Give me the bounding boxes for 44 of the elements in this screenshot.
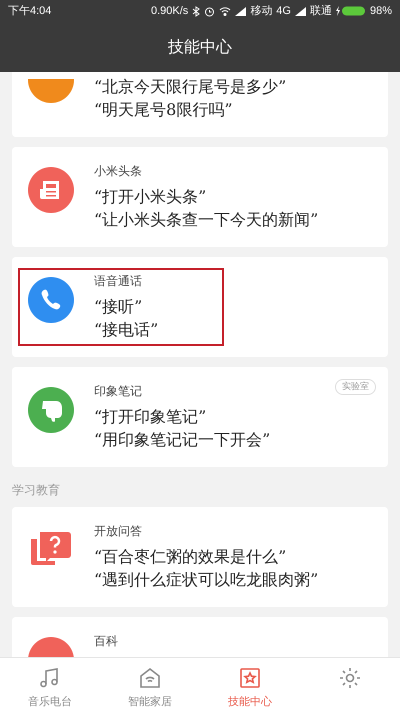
skill-title: 小米头条 [94, 163, 143, 179]
skill-title: 语音通话 [94, 273, 143, 289]
round-icon [28, 79, 74, 103]
nav-tab[interactable]: 智能家居 [100, 658, 200, 711]
newspaper-icon [28, 167, 74, 213]
skill-title: 印象笔记 [94, 383, 143, 399]
example-phrase: “遇到什么症状可以吃龙眼肉粥” [94, 569, 318, 591]
status-time: 下午4:04 [8, 4, 52, 19]
network-type: 4G [276, 4, 291, 19]
wifi-icon [219, 6, 232, 16]
skill-title: 开放问答 [94, 523, 143, 539]
example-phrase: “打开小米头条” [94, 186, 208, 208]
example-phrase: “明天尾号8限行吗” [94, 99, 234, 121]
alarm-icon [204, 6, 216, 16]
lab-badge: 实验室 [335, 379, 376, 394]
settings-icon [338, 666, 362, 690]
charging-battery-icon [336, 6, 366, 16]
page-title: 技能中心 [168, 38, 232, 58]
bluetooth-icon [192, 6, 200, 16]
example-phrase: “接听” [94, 296, 144, 318]
example-phrase: “百合枣仁粥的效果是什么” [94, 546, 288, 568]
skill-card[interactable]: 语音通话 “接听” “接电话” [12, 257, 388, 357]
example-phrase: “北京今天限行尾号是多少” [94, 76, 286, 98]
skill-title: 百科 [94, 633, 118, 649]
skill-card[interactable]: 百科 [12, 617, 388, 657]
signal-icon [294, 6, 306, 16]
skill-card[interactable]: “北京今天限行尾号是多少” “明天尾号8限行吗” [12, 72, 388, 137]
network-speed: 0.90K/s [150, 4, 188, 19]
example-phrase: “接电话” [94, 319, 158, 341]
example-phrase: “用印象笔记记一下开会” [94, 429, 270, 451]
example-phrase: “让小米头条查一下今天的新闻” [94, 209, 318, 231]
carrier-name: 联通 [310, 4, 332, 19]
nav-tab[interactable]: 技能中心 [200, 658, 300, 711]
example-phrase: “打开印象笔记” [94, 406, 208, 428]
skill-card[interactable]: 开放问答 “百合枣仁粥的效果是什么” “遇到什么症状可以吃龙眼肉粥” [12, 507, 388, 607]
skill-card[interactable]: 印象笔记 “打开印象笔记” “用印象笔记记一下开会” 实验室 [12, 367, 388, 467]
house-icon [138, 666, 162, 690]
section-label: 学习教育 [11, 482, 61, 499]
signal-icon [235, 6, 246, 16]
battery-percent: 98% [370, 4, 392, 19]
phone-icon [28, 277, 74, 323]
nav-tab[interactable]: 音乐电台 [0, 658, 100, 711]
skill-card[interactable]: 小米头条 “打开小米头条” “让小米头条查一下今天的新闻” [12, 147, 388, 247]
carrier-name: 移动 [250, 4, 272, 19]
